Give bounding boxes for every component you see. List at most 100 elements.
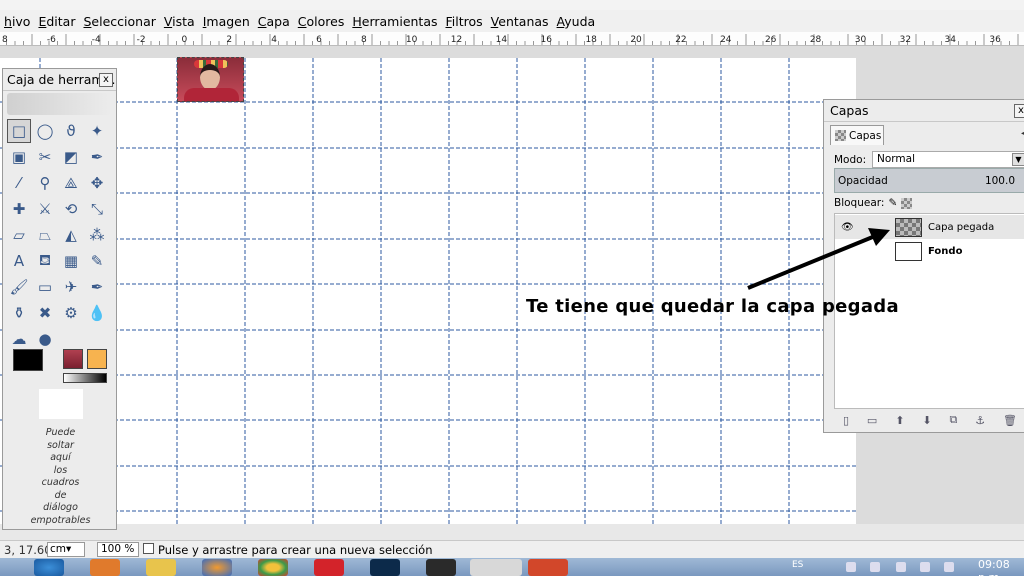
- opacity-label: Opacidad: [838, 174, 888, 187]
- tool-color-select-icon[interactable]: ▣: [7, 145, 31, 169]
- menu-item[interactable]: Seleccionar: [79, 14, 159, 29]
- tool-cage-icon[interactable]: ⁂: [85, 223, 109, 247]
- tool-scissors-select-icon[interactable]: ✂: [33, 145, 57, 169]
- chrome-taskbar-icon[interactable]: [258, 559, 288, 576]
- layer-name: Capa pegada: [928, 221, 995, 233]
- tool-blend-icon[interactable]: ▦: [59, 249, 83, 273]
- new-group-icon[interactable]: ▭: [867, 414, 877, 427]
- unit-select[interactable]: cm▾: [47, 542, 85, 557]
- tool-blur-icon[interactable]: 💧: [85, 301, 109, 325]
- firefox-taskbar-icon[interactable]: [202, 559, 232, 576]
- powerpoint-taskbar-icon[interactable]: [528, 559, 568, 576]
- ruler-ticks: 8 -6 -4 -2 0 2 4 6 8 10 12 14 16 18 20 22 24 26 28 30 32 34 36: [2, 34, 1019, 45]
- pasted-image-frida[interactable]: [177, 57, 244, 102]
- unit-value: cm: [50, 543, 67, 555]
- tool-clone-icon[interactable]: ⚱: [7, 301, 31, 325]
- menu-item[interactable]: Filtros: [442, 14, 487, 29]
- menu-item[interactable]: Editar: [34, 14, 79, 29]
- ie-taskbar-icon[interactable]: [34, 559, 64, 576]
- menu-item[interactable]: Capa: [254, 14, 294, 29]
- brush-preview[interactable]: [63, 349, 83, 369]
- opera-taskbar-icon[interactable]: [314, 559, 344, 576]
- menu-item[interactable]: Herramientas: [348, 14, 441, 29]
- tool-text-icon[interactable]: A: [7, 249, 31, 273]
- gimp-taskbar-icon[interactable]: [470, 559, 522, 576]
- tool-perspective-clone-icon[interactable]: ⚙: [59, 301, 83, 325]
- tab-layers[interactable]: Capas: [830, 125, 884, 145]
- tab-layers-label: Capas: [849, 129, 882, 142]
- new-layer-icon[interactable]: ▯: [843, 414, 849, 427]
- language-indicator[interactable]: ES: [792, 560, 803, 570]
- lock-alpha-icon[interactable]: [901, 197, 913, 209]
- tool-align-icon[interactable]: ✚: [7, 197, 31, 221]
- menu-item[interactable]: Ayuda: [553, 14, 600, 29]
- close-icon[interactable]: x: [1014, 104, 1024, 118]
- menu-item[interactable]: Ventanas: [487, 14, 553, 29]
- pattern-preview[interactable]: [87, 349, 107, 369]
- photoshop-taskbar-icon[interactable]: [370, 559, 400, 576]
- ruler-label: 6: [316, 35, 322, 45]
- zoom-select[interactable]: 100 %: [97, 542, 139, 557]
- volume-icon[interactable]: [944, 562, 954, 572]
- tool-dodge-burn-icon[interactable]: ●: [33, 327, 57, 351]
- tool-airbrush-icon[interactable]: ✈: [59, 275, 83, 299]
- tool-free-select-icon[interactable]: ϑ: [59, 119, 83, 143]
- tool-paths-icon[interactable]: ✒: [85, 145, 109, 169]
- raise-icon[interactable]: ⬆: [895, 414, 904, 427]
- wilber-drop-area[interactable]: [7, 93, 112, 115]
- annotation-text: Te tiene que quedar la capa pegada: [526, 296, 899, 317]
- delete-icon[interactable]: 🗑: [1003, 414, 1017, 427]
- ruler-label: 10: [406, 35, 418, 45]
- tool-ink-icon[interactable]: ✒: [85, 275, 109, 299]
- tool-eraser-icon[interactable]: ▭: [33, 275, 57, 299]
- gradient-preview[interactable]: [63, 373, 107, 383]
- media-taskbar-icon[interactable]: [90, 559, 120, 576]
- menu-item[interactable]: Imagen: [199, 14, 254, 29]
- tool-perspective-icon[interactable]: ⏢: [33, 223, 57, 247]
- image-canvas[interactable]: [0, 58, 856, 524]
- tool-rotate-icon[interactable]: ⟲: [59, 197, 83, 221]
- layer-name: Fondo: [928, 245, 963, 257]
- anchor-icon[interactable]: ⚓: [975, 414, 985, 427]
- foreground-color-swatch[interactable]: [13, 349, 43, 371]
- menu-item[interactable]: Colores: [294, 14, 349, 29]
- lock-pixels-icon[interactable]: ✎: [888, 197, 897, 209]
- tool-smudge-icon[interactable]: ☁: [7, 327, 31, 351]
- clock[interactable]: 09:08 p.m: [978, 558, 1024, 576]
- tool-shear-icon[interactable]: ▱: [7, 223, 31, 247]
- ruler-label: 30: [855, 35, 867, 45]
- tray-icon[interactable]: [896, 562, 906, 572]
- duplicate-icon[interactable]: ⧉: [949, 413, 957, 427]
- tool-move-icon[interactable]: ✥: [85, 171, 109, 195]
- tool-zoom-icon[interactable]: ⚲: [33, 171, 57, 195]
- media-player-taskbar-icon[interactable]: [426, 559, 456, 576]
- tray-icon[interactable]: [870, 562, 880, 572]
- statusbar: 3, 17.60 cm▾ 100 % Pulse y arrastre para…: [0, 540, 1024, 558]
- ruler-label: 2: [226, 35, 232, 45]
- tool-flip-icon[interactable]: ◭: [59, 223, 83, 247]
- tool-foreground-select-icon[interactable]: ◩: [59, 145, 83, 169]
- menu-item[interactable]: hivo: [0, 14, 34, 29]
- tool-heal-icon[interactable]: ✖: [33, 301, 57, 325]
- tool-rect-select-icon[interactable]: □: [7, 119, 31, 143]
- close-icon[interactable]: x: [99, 73, 113, 87]
- opacity-slider[interactable]: Opacidad 100.0: [834, 168, 1024, 193]
- tool-scale-icon[interactable]: ⤡: [85, 197, 109, 221]
- layers-dock-title: Capas: [824, 100, 1024, 122]
- folder-taskbar-icon[interactable]: [146, 559, 176, 576]
- tray-icon[interactable]: [846, 562, 856, 572]
- tool-measure-icon[interactable]: ⟁: [59, 171, 83, 195]
- tool-bucket-fill-icon[interactable]: ⛾: [33, 249, 57, 273]
- tool-fuzzy-select-icon[interactable]: ✦: [85, 119, 109, 143]
- tool-pencil-icon[interactable]: ✎: [85, 249, 109, 273]
- tool-crop-icon[interactable]: ⚔: [33, 197, 57, 221]
- chevron-down-icon[interactable]: ▼: [1012, 153, 1024, 166]
- network-icon[interactable]: [920, 562, 930, 572]
- mode-select[interactable]: Normal ▼: [872, 151, 1024, 168]
- tool-ellipse-select-icon[interactable]: ◯: [33, 119, 57, 143]
- menu-item[interactable]: Vista: [160, 14, 199, 29]
- lower-icon[interactable]: ⬇: [922, 414, 931, 427]
- tool-color-picker-icon[interactable]: ⁄: [7, 171, 31, 195]
- tool-paintbrush-icon[interactable]: 🖌: [7, 275, 31, 299]
- ruler-label: -2: [137, 35, 146, 45]
